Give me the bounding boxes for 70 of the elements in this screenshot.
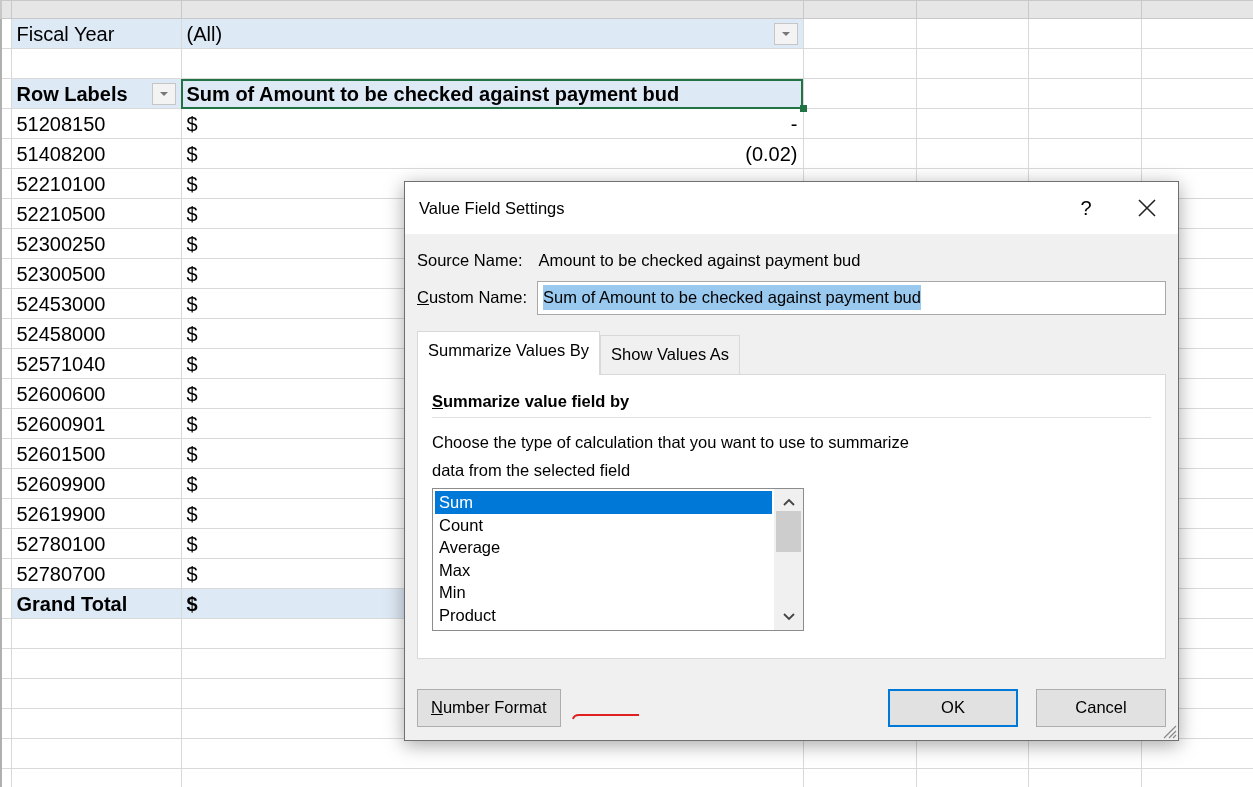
column-header: Row Labels bbox=[16, 81, 128, 107]
dropdown-button[interactable] bbox=[151, 82, 176, 105]
row-label: 52619900 bbox=[16, 502, 106, 525]
list-item[interactable]: Count bbox=[435, 513, 772, 537]
currency-symbol: $ bbox=[186, 381, 198, 407]
currency-symbol: $ bbox=[186, 171, 198, 197]
function-listbox[interactable]: Sum Count Average Max Min Product bbox=[432, 488, 804, 632]
tab[interactable]: Summarize Values By bbox=[417, 330, 601, 375]
row-label: 51208150 bbox=[16, 112, 106, 135]
close-icon bbox=[1138, 199, 1156, 217]
field-label: Source Name: bbox=[417, 250, 523, 271]
amount-value: - bbox=[790, 111, 798, 137]
list-item[interactable]: Max bbox=[435, 558, 772, 582]
currency-symbol: $ bbox=[186, 111, 198, 137]
currency-symbol: $ bbox=[186, 201, 198, 227]
dropdown-button[interactable] bbox=[773, 22, 798, 45]
dialog-button[interactable]: Cancel bbox=[1036, 688, 1166, 727]
list-item[interactable]: Product bbox=[435, 603, 772, 627]
row-label: 52600600 bbox=[16, 382, 106, 405]
currency-symbol: $ bbox=[186, 561, 198, 587]
currency-symbol: $ bbox=[186, 231, 198, 257]
caret-icon bbox=[158, 90, 169, 97]
row-label: 52300500 bbox=[16, 262, 106, 285]
total-label: Grand Total bbox=[16, 592, 128, 615]
source-name: Amount to be checked against payment bud bbox=[538, 250, 861, 271]
currency-symbol: $ bbox=[186, 141, 198, 167]
tab[interactable]: Show Values As bbox=[600, 334, 741, 374]
section-title: Summarize value field by bbox=[432, 388, 1151, 419]
scroll-down-icon[interactable] bbox=[781, 612, 796, 623]
row-label: 52600901 bbox=[16, 412, 106, 435]
currency-symbol: $ bbox=[186, 441, 198, 467]
currency-symbol: $ bbox=[186, 291, 198, 317]
row-label: 51408200 bbox=[16, 142, 106, 165]
row-label: 52601500 bbox=[16, 442, 106, 465]
dialog-button[interactable]: Number Format bbox=[417, 688, 561, 727]
amount-value: (0.02) bbox=[745, 141, 798, 167]
currency-symbol: $ bbox=[186, 321, 198, 347]
list-item[interactable]: Sum bbox=[435, 491, 772, 514]
window-title: Value Field Settings bbox=[419, 198, 565, 217]
currency-symbol: $ bbox=[186, 261, 198, 287]
currency-symbol: $ bbox=[186, 411, 198, 437]
row-label: 52609900 bbox=[16, 472, 106, 495]
row-label: 52571040 bbox=[16, 352, 106, 375]
dialog-button[interactable]: OK bbox=[888, 688, 1018, 727]
field-label: Custom Name: bbox=[417, 287, 528, 309]
currency-symbol: $ bbox=[186, 531, 198, 557]
row-label: 52458000 bbox=[16, 322, 106, 345]
row-label: 52780100 bbox=[16, 532, 106, 555]
scroll-up-icon[interactable] bbox=[781, 497, 796, 508]
row-label: 52780700 bbox=[16, 562, 106, 585]
row-label: 52210100 bbox=[16, 172, 106, 195]
filter-value: (All) bbox=[186, 21, 223, 47]
currency-symbol: $ bbox=[186, 501, 198, 527]
currency-symbol: $ bbox=[186, 351, 198, 377]
scroll-thumb[interactable] bbox=[776, 511, 801, 553]
custom-name-field[interactable]: Sum of Amount to be checked against payment bud bbox=[537, 280, 1166, 315]
caret-icon bbox=[780, 30, 791, 37]
currency-symbol: $ bbox=[186, 592, 198, 615]
list-item[interactable]: Min bbox=[435, 581, 772, 604]
description-text: Choose the type of calculation that you want to use to summarize data from the selected field bbox=[432, 432, 910, 482]
row-label: 52453000 bbox=[16, 292, 106, 315]
resize-grip-icon[interactable] bbox=[1161, 723, 1177, 739]
fill-handle[interactable] bbox=[799, 105, 807, 112]
scrollbar[interactable] bbox=[774, 489, 803, 631]
list-item[interactable]: Average bbox=[435, 536, 772, 559]
row-label: 52210500 bbox=[16, 202, 106, 225]
filter-label: Fiscal Year bbox=[16, 22, 115, 45]
help-button[interactable]: ? bbox=[1056, 193, 1116, 223]
row-label: 52300250 bbox=[16, 232, 106, 255]
currency-symbol: $ bbox=[186, 471, 198, 497]
